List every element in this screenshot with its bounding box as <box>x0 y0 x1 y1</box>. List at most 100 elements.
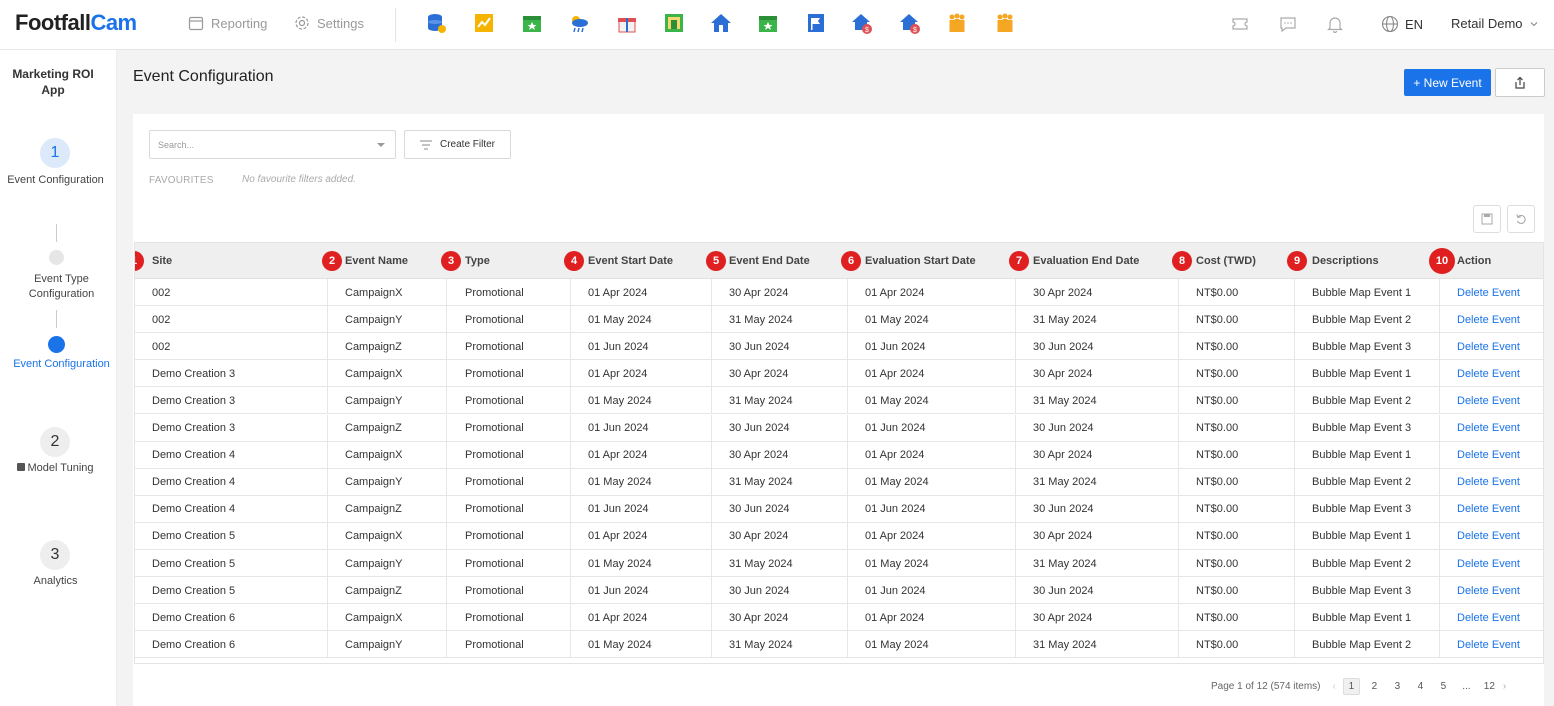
account-name: Retail Demo <box>1451 16 1523 31</box>
table-row: Demo Creation 6 CampaignX Promotional 01 Ap… <box>135 604 1543 632</box>
delete-event-link[interactable]: Delete Event <box>1457 530 1520 542</box>
delete-event-link[interactable]: Delete Event <box>1457 287 1520 299</box>
page-button[interactable]: 12 <box>1478 681 1501 692</box>
home-money-icon-2[interactable]: $ <box>899 12 921 34</box>
step-1-circle[interactable]: 1 <box>40 138 70 168</box>
chat-icon[interactable] <box>1279 15 1297 33</box>
column-header[interactable]: Evaluation Start Date <box>865 243 976 279</box>
table-cell: Bubble Map Event 2 <box>1295 631 1440 659</box>
delete-event-link[interactable]: Delete Event <box>1457 476 1520 488</box>
calendar-star-icon[interactable] <box>757 12 779 34</box>
table-cell: 31 May 2024 <box>712 387 848 415</box>
delete-event-link[interactable]: Delete Event <box>1457 422 1520 434</box>
table-cell: CampaignZ <box>328 414 447 442</box>
table-cell: 30 Jun 2024 <box>1016 495 1179 523</box>
page-button[interactable]: 4 <box>1409 681 1432 692</box>
delete-event-link[interactable]: Delete Event <box>1457 558 1520 570</box>
page-button[interactable]: 5 <box>1432 681 1455 692</box>
main-content: Event Configuration + New Event Search..… <box>117 50 1554 706</box>
ticket-icon[interactable] <box>1231 15 1249 33</box>
sidebar-title: Marketing ROI App <box>12 67 94 97</box>
column-header[interactable]: Site <box>152 243 172 279</box>
search-input[interactable]: Search... <box>149 130 396 159</box>
people-icon[interactable] <box>946 12 968 34</box>
column-header[interactable]: Event Name <box>345 243 408 279</box>
delete-event-link[interactable]: Delete Event <box>1457 449 1520 461</box>
chart-icon[interactable] <box>473 12 495 34</box>
substep-event-type-label[interactable]: Event Type Configuration <box>3 272 120 302</box>
delete-event-link[interactable]: Delete Event <box>1457 639 1520 651</box>
language-selector[interactable]: EN <box>1381 15 1423 33</box>
column-header[interactable]: Type <box>465 243 490 279</box>
table-cell: 01 Jun 2024 <box>571 495 712 523</box>
table-cell: 01 May 2024 <box>571 550 712 577</box>
chevron-right-icon[interactable]: › <box>1503 681 1506 692</box>
column-header[interactable]: Descriptions <box>1312 243 1379 279</box>
page-button[interactable]: 3 <box>1386 681 1409 692</box>
home-icon[interactable] <box>710 12 732 34</box>
table-cell: Delete Event <box>1440 306 1543 333</box>
table-cell: 31 May 2024 <box>712 631 848 659</box>
reset-view-button[interactable] <box>1507 205 1535 233</box>
table-cell: Delete Event <box>1440 523 1543 550</box>
column-header[interactable]: Event Start Date <box>588 243 673 279</box>
database-icon[interactable] <box>425 12 447 34</box>
footfallcam-logo[interactable]: FootfallCam <box>15 10 137 36</box>
delete-event-link[interactable]: Delete Event <box>1457 368 1520 380</box>
create-filter-button[interactable]: Create Filter <box>404 130 511 159</box>
table-cell: 31 May 2024 <box>1016 550 1179 577</box>
delete-event-link[interactable]: Delete Event <box>1457 585 1520 597</box>
chevron-left-icon[interactable]: ‹ <box>1333 681 1336 692</box>
nav-reporting[interactable]: Reporting <box>188 15 267 31</box>
delete-event-link[interactable]: Delete Event <box>1457 395 1520 407</box>
table-cell: Promotional <box>447 414 571 442</box>
step-2-label-text: Model Tuning <box>27 462 94 474</box>
table-cell: Demo Creation 3 <box>135 414 328 442</box>
delete-event-link[interactable]: Delete Event <box>1457 314 1520 326</box>
table-cell: Demo Creation 4 <box>135 468 328 496</box>
step-2-circle[interactable]: 2 <box>40 427 70 457</box>
page-button[interactable]: 2 <box>1363 681 1386 692</box>
delete-event-link[interactable]: Delete Event <box>1457 612 1520 624</box>
people-icon-2[interactable] <box>994 12 1016 34</box>
table-cell: 30 Jun 2024 <box>712 414 848 442</box>
save-view-button[interactable] <box>1473 205 1501 233</box>
step-3-label[interactable]: Analytics <box>0 574 114 589</box>
nav-settings-label: Settings <box>317 15 364 31</box>
table-cell: NT$0.00 <box>1179 577 1295 605</box>
table-cell: Delete Event <box>1440 387 1543 414</box>
new-event-button[interactable]: + New Event <box>1404 69 1491 96</box>
table-row: Demo Creation 5 CampaignZ Promotional 01 Ju… <box>135 577 1543 605</box>
column-header[interactable]: Evaluation End Date <box>1033 243 1139 279</box>
gift-icon[interactable] <box>616 12 638 34</box>
nav-settings[interactable]: Settings <box>294 15 364 31</box>
page-button[interactable]: 1 <box>1342 677 1360 695</box>
column-header[interactable]: Cost (TWD) <box>1196 243 1256 279</box>
flag-icon[interactable] <box>805 12 827 34</box>
column-header[interactable]: Action <box>1457 243 1491 279</box>
export-button[interactable] <box>1495 68 1545 97</box>
table-cell: 01 Apr 2024 <box>848 522 1016 550</box>
calendar-icon[interactable] <box>521 12 543 34</box>
pagination: Page 1 of 12 (574 items) ‹ 1 2 3 4 5... 12 › <box>1211 677 1506 695</box>
table-cell: 01 May 2024 <box>848 468 1016 496</box>
home-money-icon[interactable]: $ <box>851 12 873 34</box>
bell-icon[interactable] <box>1326 15 1344 33</box>
table-cell: Demo Creation 5 <box>135 550 328 577</box>
logo-text: Footfall <box>15 10 91 35</box>
delete-event-link[interactable]: Delete Event <box>1457 341 1520 353</box>
step-3-circle[interactable]: 3 <box>40 540 70 570</box>
delete-event-link[interactable]: Delete Event <box>1457 503 1520 515</box>
substep-event-config-label[interactable]: Event Configuration <box>3 357 120 372</box>
step-2-label[interactable]: Model Tuning <box>0 461 114 476</box>
step-1-label[interactable]: Event Configuration <box>0 173 114 188</box>
table-cell: NT$0.00 <box>1179 522 1295 550</box>
column-header[interactable]: Event End Date <box>729 243 810 279</box>
events-table: 1Site2Event Name3Type4Event Start Date5E… <box>134 242 1544 664</box>
weather-icon[interactable] <box>568 12 590 34</box>
events-card: Search... Create Filter FAVOURITES No fa… <box>133 114 1544 706</box>
column-badge: 2 <box>322 251 342 271</box>
table-cell: 01 Jun 2024 <box>848 414 1016 442</box>
store-icon[interactable] <box>663 12 685 34</box>
account-menu[interactable]: Retail Demo <box>1451 16 1539 31</box>
